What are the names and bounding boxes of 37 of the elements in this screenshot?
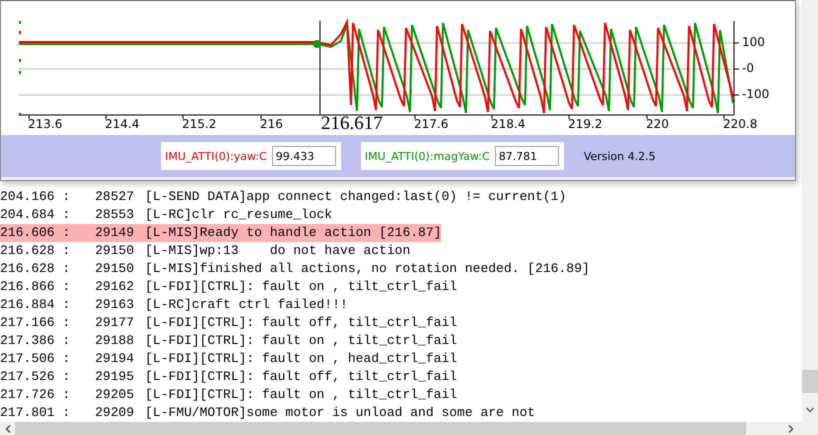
scroll-right-icon[interactable] [788,424,794,432]
axis-tick-label: 213.6 [28,117,62,131]
value-label: IMU_ATTI(0):magYaw:C [364,150,490,162]
axis-tick-label: 220.8 [723,117,758,131]
scroll-down-icon[interactable] [806,407,814,413]
log-row[interactable]: 204.166 : 28527 [L-SEND DATA]app connect changed:last(0) != current(1) [0,188,566,206]
log-row[interactable]: 217.726 : 29205 [L-FDI][CTRL]: fault on , tilt_ctrl_fail [0,386,458,404]
vertical-scrollbar[interactable] [802,0,818,435]
axis-tick-label: 217.6 [414,117,448,131]
scrollbar-thumb[interactable] [802,370,818,393]
axis-tick-label: -0 [742,61,754,75]
axis-tick-label: 214.4 [105,117,140,131]
value-field[interactable]: 87.781 [494,146,559,166]
axis-tick-label: 215.2 [182,117,216,131]
log-row[interactable]: 217.386 : 29188 [L-FDI][CTRL]: fault on , tilt_ctrl_fail [0,332,458,350]
scroll-left-icon[interactable] [5,424,11,432]
cursor-value: 216.617 [321,113,383,135]
log-row[interactable]: 216.866 : 29162 [L-FDI][CTRL]: fault on , tilt_ctrl_fail [0,278,458,296]
value-label: IMU_ATTI(0):yaw:C [165,150,267,162]
axis-tick-label: -100 [742,87,770,101]
log-row[interactable]: 217.801 : 29209 [L-FMU/MOTOR]some motor is unload and some are not [0,404,536,422]
value-field[interactable]: 99.433 [272,146,336,166]
axis-tick-label: 220 [646,117,669,131]
axis-tick-label: 216 [260,117,283,131]
log-row[interactable]: 217.166 : 29177 [L-FDI][CTRL]: fault off, tilt_ctrl_fail [0,314,458,332]
log-row[interactable]: 217.526 : 29195 [L-FDI][CTRL]: fault off, tilt_ctrl_fail [0,368,458,386]
log-row[interactable]: 216.884 : 29163 [L-RC]craft ctrl failed!!! [0,296,348,314]
log-row[interactable]: 217.506 : 29194 [L-FDI][CTRL]: fault on , head_ctrl_fail [0,350,458,368]
axis-tick-label: 100 [742,35,765,49]
axis-tick-label: 219.2 [568,117,602,131]
log-row[interactable]: 216.628 : 29150 [L-MIS]finished all actions, no rotation needed. [216.89] [0,260,590,278]
log-row[interactable]: 216.606 : 29149 [L-MIS]Ready to handle action [216.87] [0,224,442,242]
log-row[interactable]: 216.628 : 29150 [L-MIS]wp:13 do not have action [0,242,410,260]
axis-tick-label: 218.4 [491,117,526,131]
version-text: Version 4.2.5 [584,150,656,162]
cursor-point-icon [313,40,321,48]
log-row[interactable]: 204.684 : 28553 [L-RC]clr rc_resume_lock [0,206,332,224]
